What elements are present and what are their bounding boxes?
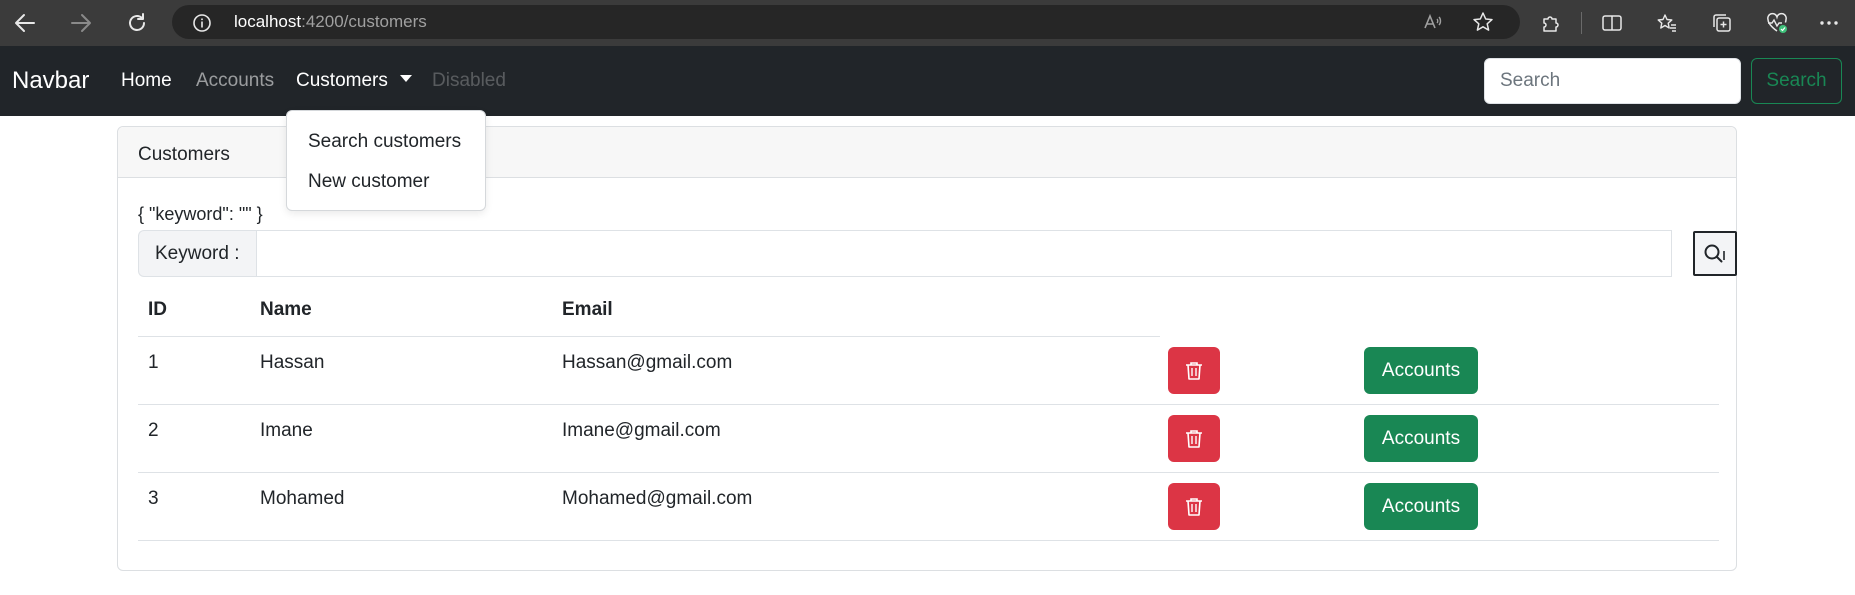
cell-id: 3 (148, 488, 159, 509)
toolbar-separator (1581, 12, 1582, 34)
reload-button[interactable] (120, 6, 154, 40)
cell-email: Imane@gmail.com (562, 420, 721, 441)
back-arrow-icon (15, 14, 35, 32)
table-row: 2 Imane Imane@gmail.com Accounts (138, 405, 1719, 473)
cell-name: Mohamed (260, 488, 345, 509)
favorites-button[interactable] (1653, 9, 1681, 37)
keyword-search-button[interactable] (1693, 231, 1737, 276)
nav-link-disabled: Disabled (432, 70, 506, 91)
cell-name: Hassan (260, 352, 325, 373)
accounts-button[interactable]: Accounts (1364, 415, 1478, 462)
extensions-button[interactable] (1537, 9, 1565, 37)
column-header-name: Name (260, 299, 312, 320)
reload-icon (129, 13, 145, 31)
nav-link-customers-label: Customers (296, 70, 388, 91)
navbar-search-button[interactable]: Search (1751, 58, 1842, 104)
puzzle-icon (1543, 16, 1559, 32)
trash-icon (1186, 361, 1202, 380)
split-screen-icon (1602, 15, 1622, 31)
favorites-icon (1657, 14, 1676, 32)
back-button[interactable] (8, 6, 42, 40)
cell-id: 2 (148, 420, 159, 441)
caret-down-icon (399, 75, 412, 82)
navbar: Navbar Home Accounts Customers Disabled … (0, 46, 1855, 116)
cell-id: 1 (148, 352, 159, 373)
navbar-search-input[interactable] (1484, 58, 1741, 104)
site-info-icon[interactable] (192, 13, 212, 38)
forward-arrow-icon (71, 14, 91, 32)
nav-link-accounts[interactable]: Accounts (196, 70, 274, 92)
search-icon (1704, 244, 1725, 262)
url-text: localhost:4200/customers (234, 13, 427, 31)
table-row: 3 Mohamed Mohamed@gmail.com Accounts (138, 473, 1719, 541)
accounts-button[interactable]: Accounts (1364, 483, 1478, 530)
column-header-email: Email (562, 299, 613, 320)
favorite-star-icon[interactable] (1472, 11, 1494, 33)
keyword-json-output: { "keyword": "" } (138, 204, 263, 224)
cell-email: Mohamed@gmail.com (562, 488, 753, 509)
delete-button[interactable] (1168, 347, 1220, 394)
delete-button[interactable] (1168, 415, 1220, 462)
heart-pulse-icon (1767, 12, 1787, 33)
settings-more-button[interactable] (1815, 9, 1843, 37)
trash-icon (1186, 429, 1202, 448)
customers-dropdown-menu: Search customers New customer (286, 110, 486, 211)
address-bar[interactable]: localhost:4200/customers (172, 5, 1520, 39)
nav-link-home[interactable]: Home (121, 70, 172, 92)
collections-button[interactable] (1708, 9, 1736, 37)
dropdown-item-search-customers[interactable]: Search customers (308, 131, 461, 153)
navbar-brand[interactable]: Navbar (12, 67, 89, 95)
column-header-id: ID (148, 299, 167, 320)
forward-button[interactable] (64, 6, 98, 40)
table-row: 1 Hassan Hassan@gmail.com Accounts (138, 337, 1719, 405)
more-dots-icon (1820, 21, 1838, 25)
collections-icon (1713, 14, 1731, 32)
split-screen-button[interactable] (1598, 9, 1626, 37)
delete-button[interactable] (1168, 483, 1220, 530)
dropdown-item-new-customer[interactable]: New customer (308, 171, 429, 193)
accounts-button[interactable]: Accounts (1364, 347, 1478, 394)
cell-name: Imane (260, 420, 313, 441)
url-path: :4200/customers (301, 12, 427, 31)
trash-icon (1186, 497, 1202, 516)
nav-link-customers[interactable]: Customers (296, 70, 412, 92)
read-aloud-icon[interactable] (1422, 11, 1444, 33)
browser-essentials-button[interactable] (1763, 9, 1791, 37)
url-host: localhost (234, 12, 302, 31)
keyword-input[interactable] (256, 230, 1672, 277)
browser-toolbar: localhost:4200/customers (0, 0, 1855, 46)
keyword-label: Keyword : (138, 230, 256, 277)
cell-email: Hassan@gmail.com (562, 352, 733, 373)
keyword-search-group: Keyword : (138, 230, 1737, 277)
